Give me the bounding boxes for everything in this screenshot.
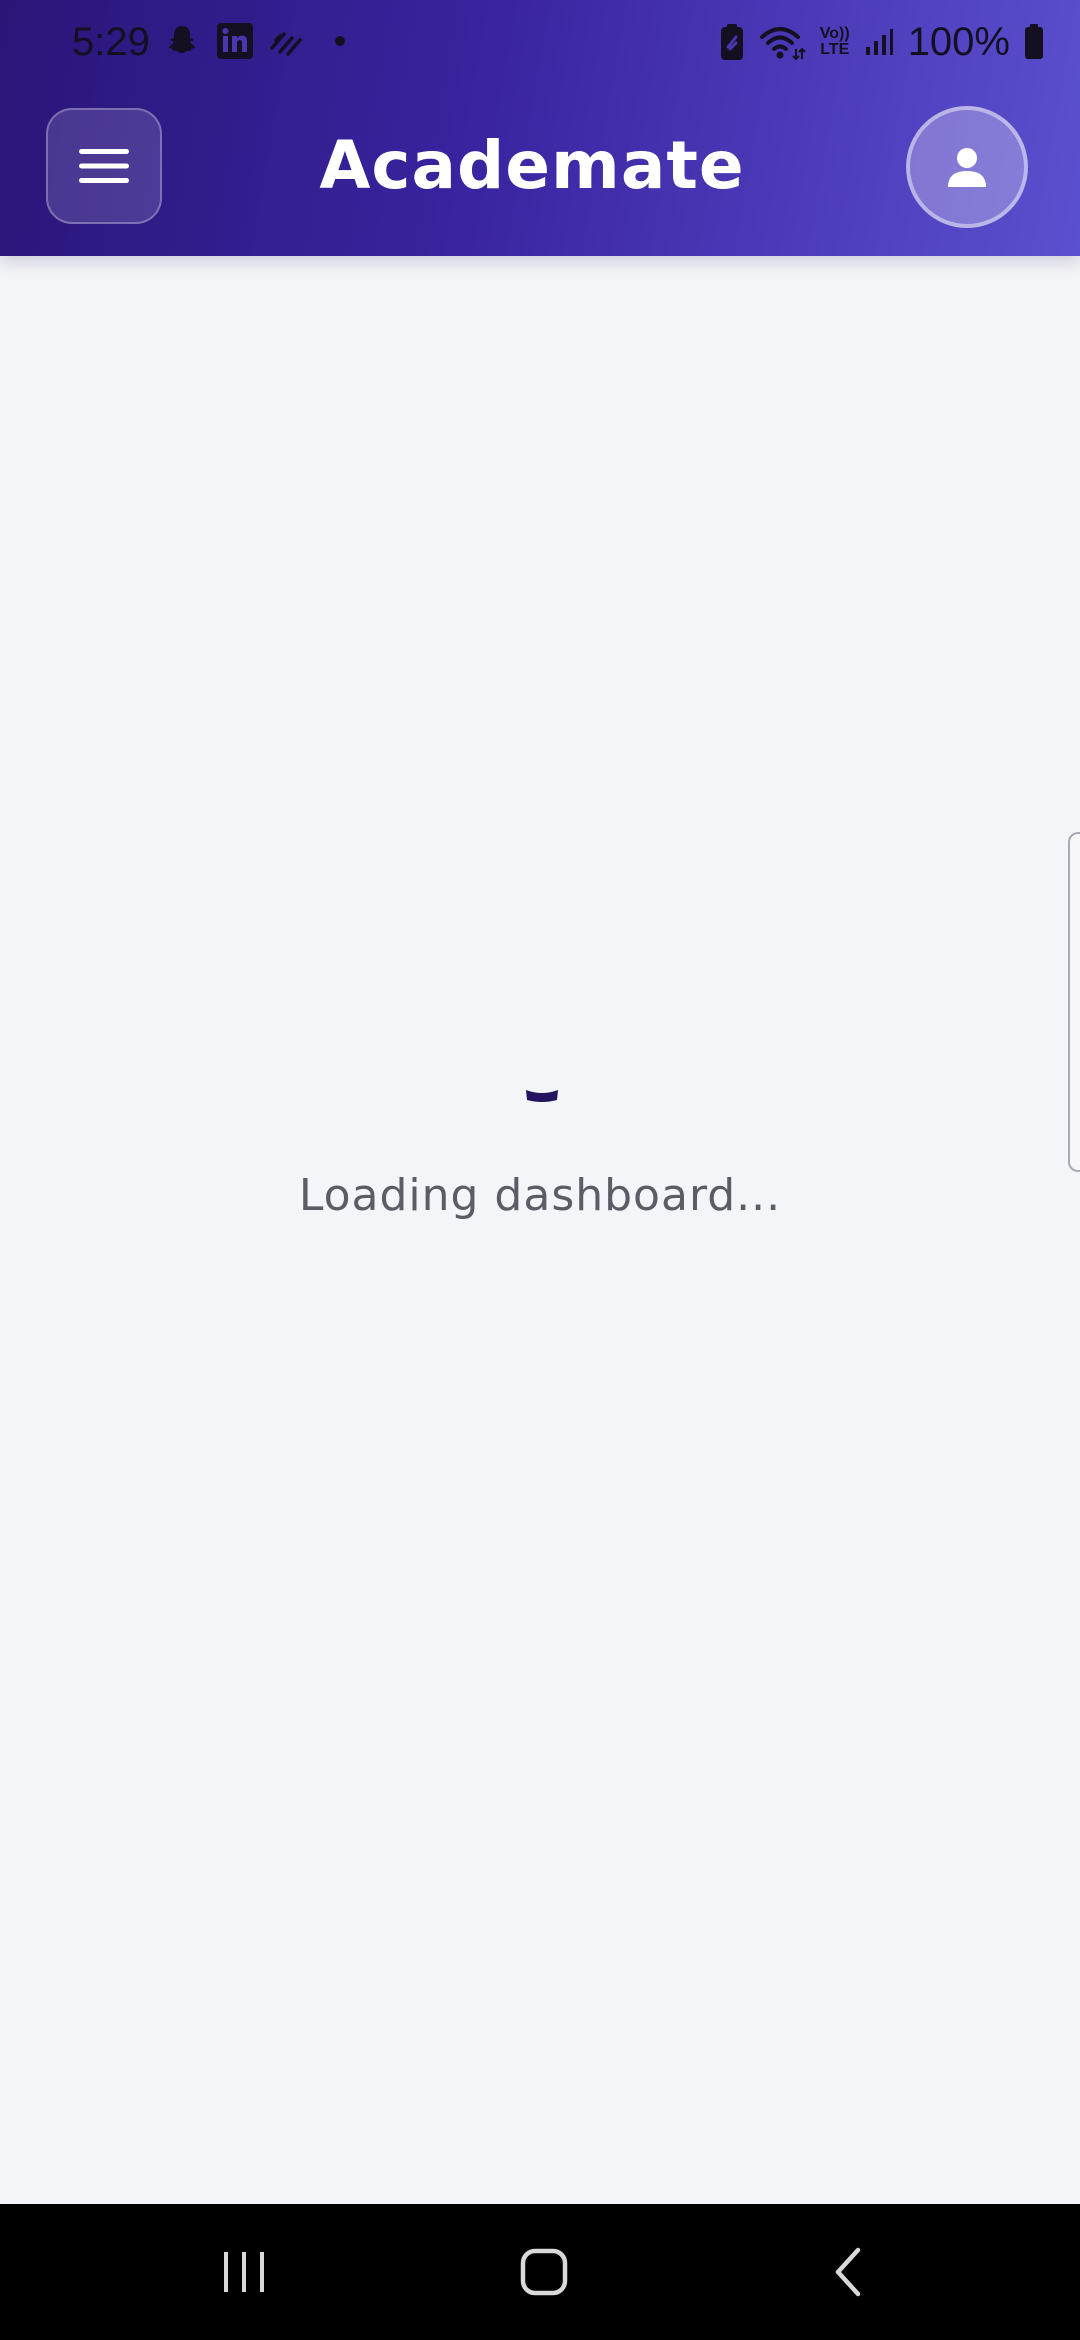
activity-icon — [270, 32, 302, 56]
app-header: 5:29 Vo)) LTE 100% Academate — [0, 0, 1080, 256]
status-bar: 5:29 Vo)) LTE 100% — [0, 0, 1080, 84]
battery-saver-icon — [720, 24, 743, 60]
volte-label-top: Vo)) — [819, 25, 850, 42]
wifi-icon — [759, 27, 806, 61]
spinner-arc — [526, 1090, 558, 1102]
home-button[interactable] — [464, 2204, 624, 2340]
battery-icon — [1025, 24, 1043, 59]
notification-icons — [164, 22, 354, 60]
back-button[interactable] — [768, 2204, 928, 2340]
app-title: Academate — [319, 127, 745, 204]
system-icons: Vo)) LTE 100% — [720, 18, 1044, 66]
edge-panel-handle[interactable] — [1068, 832, 1080, 1172]
volte-icon: Vo)) LTE — [820, 26, 850, 58]
loading-spinner — [520, 1070, 564, 1114]
dot-icon — [335, 36, 345, 46]
home-icon — [520, 2248, 568, 2296]
recent-apps-icon — [224, 2252, 264, 2292]
back-icon — [835, 2247, 861, 2297]
profile-avatar-button[interactable] — [906, 106, 1028, 228]
battery-percent: 100% — [907, 20, 1010, 64]
user-icon — [948, 148, 986, 187]
linkedin-icon — [217, 23, 253, 59]
signal-icon — [865, 29, 893, 55]
system-nav-bar — [0, 2204, 1080, 2340]
recent-apps-button[interactable] — [164, 2204, 324, 2340]
status-time: 5:29 — [72, 20, 150, 64]
snapchat-icon — [168, 26, 196, 54]
loading-message: Loading dashboard... — [298, 1170, 782, 1221]
volte-label-bottom: LTE — [820, 41, 850, 58]
